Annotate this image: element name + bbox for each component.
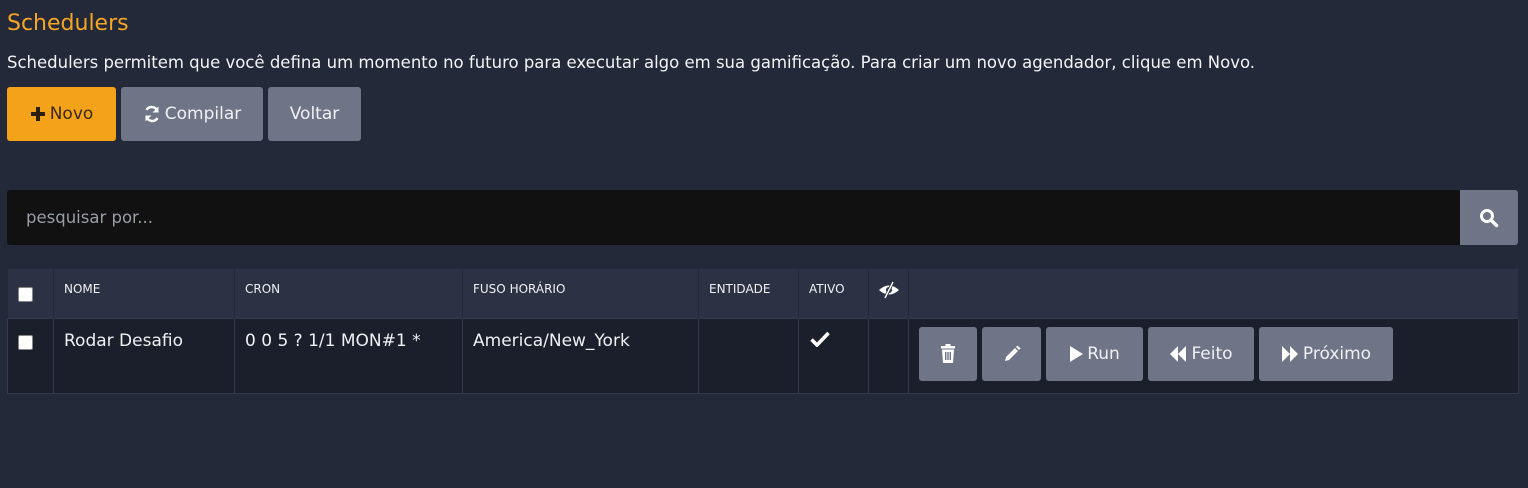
cell-visibility xyxy=(868,317,909,394)
run-button-label: Run xyxy=(1087,343,1120,364)
row-select-cell xyxy=(7,317,54,394)
compile-button[interactable]: Compilar xyxy=(121,87,263,141)
search-button[interactable] xyxy=(1460,190,1518,245)
col-header-entidade[interactable]: ENTIDADE xyxy=(698,269,799,318)
search-icon xyxy=(1479,208,1499,228)
table-header-row: NOME CRON FUSO HORÁRIO ENTIDADE ATIVO xyxy=(7,269,1519,318)
run-button[interactable]: Run xyxy=(1046,326,1143,381)
schedulers-page: Schedulers Schedulers permitem que você … xyxy=(0,0,1528,488)
col-header-nome[interactable]: NOME xyxy=(53,269,235,318)
select-all-cell xyxy=(7,269,54,318)
search-input[interactable] xyxy=(7,190,1460,245)
edit-button[interactable] xyxy=(982,326,1041,381)
eye-slash-icon xyxy=(878,281,900,299)
back-button-label: Voltar xyxy=(289,104,340,124)
forward-icon xyxy=(1281,345,1299,362)
table-row[interactable]: Rodar Desafio 0 0 5 ? 1/1 MON#1 * Americ… xyxy=(7,317,1519,394)
row-checkbox[interactable] xyxy=(18,334,33,350)
plus-icon xyxy=(30,106,46,122)
col-header-cron[interactable]: CRON xyxy=(234,269,463,318)
cell-cron: 0 0 5 ? 1/1 MON#1 * xyxy=(234,317,463,394)
page-title: Schedulers xyxy=(7,11,129,36)
done-button[interactable]: Feito xyxy=(1148,326,1254,381)
backward-icon xyxy=(1169,345,1187,362)
new-button-label: Novo xyxy=(49,104,94,124)
next-button[interactable]: Próximo xyxy=(1259,326,1393,381)
play-icon xyxy=(1069,345,1084,362)
next-button-label: Próximo xyxy=(1302,343,1372,364)
schedulers-table: NOME CRON FUSO HORÁRIO ENTIDADE ATIVO Ro… xyxy=(7,269,1519,394)
refresh-icon xyxy=(143,105,161,123)
col-header-fuso[interactable]: FUSO HORÁRIO xyxy=(462,269,699,318)
compile-button-label: Compilar xyxy=(164,104,242,124)
cell-ativo xyxy=(798,317,869,394)
cell-actions: Run Feito Próximo xyxy=(908,317,1519,394)
col-header-visibility[interactable] xyxy=(868,269,909,318)
col-header-ativo[interactable]: ATIVO xyxy=(798,269,869,318)
trash-icon xyxy=(940,344,956,363)
col-header-actions xyxy=(908,269,1519,318)
pencil-icon xyxy=(1003,345,1021,363)
delete-button[interactable] xyxy=(919,326,977,381)
page-description: Schedulers permitem que você defina um m… xyxy=(7,53,1256,72)
cell-entidade xyxy=(698,317,799,394)
select-all-checkbox[interactable] xyxy=(18,287,33,302)
cell-fuso: America/New_York xyxy=(462,317,699,394)
done-button-label: Feito xyxy=(1191,343,1233,364)
back-button[interactable]: Voltar xyxy=(268,87,361,141)
cell-nome: Rodar Desafio xyxy=(53,317,235,394)
new-button[interactable]: Novo xyxy=(7,87,116,141)
search-bar xyxy=(7,190,1518,245)
check-icon xyxy=(810,331,830,347)
row-actions: Run Feito Próximo xyxy=(919,326,1508,381)
